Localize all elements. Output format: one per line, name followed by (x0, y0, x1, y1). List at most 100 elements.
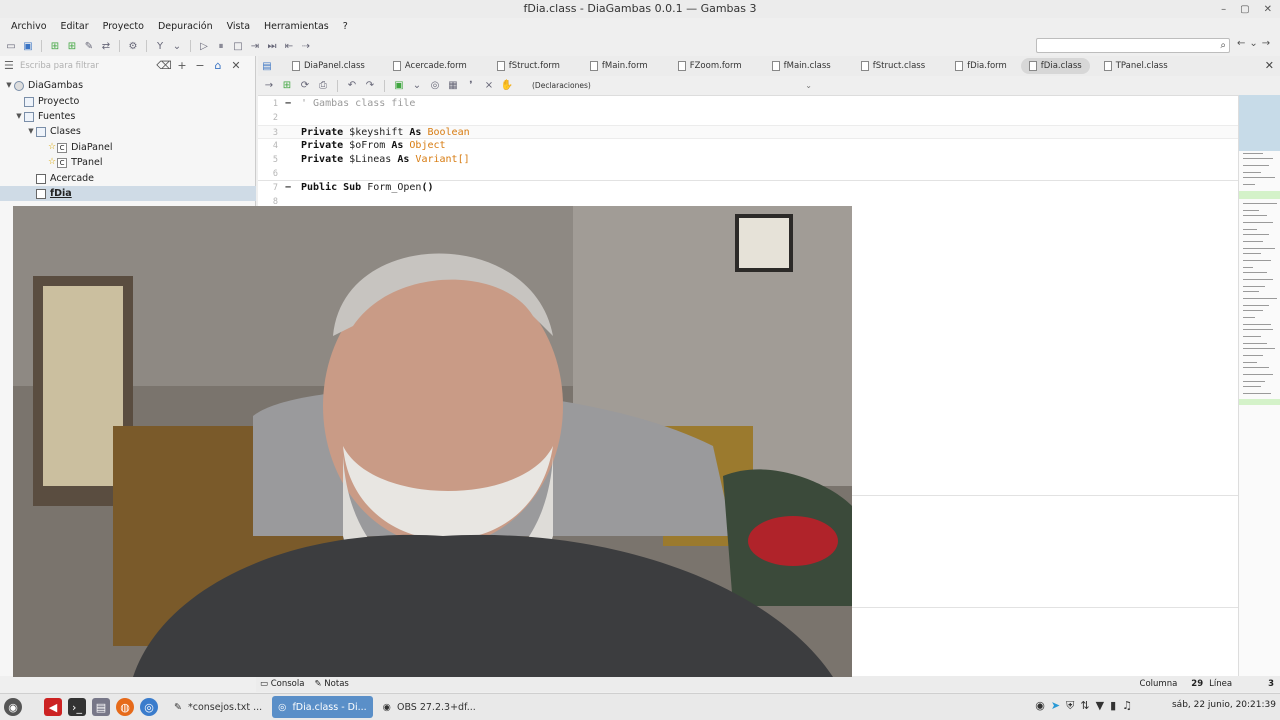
menu-editar[interactable]: Editar (54, 18, 96, 36)
tab-fdia-form[interactable]: fDia.form (947, 58, 1015, 74)
insert-icon[interactable]: ▣ (392, 79, 406, 93)
task-obs[interactable]: ◉ OBS 27.2.3+df... (377, 696, 482, 718)
reload-icon[interactable]: ⟳ (298, 79, 312, 93)
close-tab-icon[interactable]: ✕ (1265, 59, 1274, 72)
speaker-icon[interactable]: ◀ (44, 698, 62, 716)
filter-input[interactable]: Escriba para filtrar (20, 61, 155, 71)
redo-icon[interactable]: ↷ (363, 79, 377, 93)
add-module-icon[interactable]: ⊞ (65, 39, 79, 53)
search-input[interactable]: ⌕ (1036, 38, 1230, 53)
terminal-icon[interactable]: ›_ (68, 698, 86, 716)
chevron-down-icon[interactable]: ⌄ (410, 79, 424, 93)
menu-vista[interactable]: Vista (220, 18, 257, 36)
tab-acercade-form[interactable]: Acercade.form (385, 58, 475, 74)
stop-icon[interactable]: □ (231, 39, 245, 53)
start-menu-icon[interactable]: ◉ (4, 698, 22, 716)
fold-icon[interactable]: − (284, 181, 292, 195)
task-consejos[interactable]: ✎ *consejos.txt ... (168, 696, 268, 718)
save-icon[interactable]: ⊞ (280, 79, 294, 93)
tab-consola[interactable]: ▭ Consola (260, 676, 304, 692)
chevron-down-icon[interactable]: ⌄ (170, 39, 184, 53)
tab-tpanel-class[interactable]: TPanel.class (1096, 58, 1176, 74)
expand-all-icon[interactable]: + (173, 59, 191, 72)
telegram-icon[interactable]: ➤ (1051, 699, 1060, 713)
pause-icon[interactable]: ⏸ (214, 39, 228, 53)
tab-fdia-class[interactable]: fDia.class (1020, 58, 1090, 74)
code-line[interactable]: 5 Private $Lineas As Variant[] (258, 153, 1238, 167)
tab-fzoom-form[interactable]: FZoom.form (670, 58, 750, 74)
tree-item-diagambas[interactable]: ▼ DiaGambas (0, 78, 256, 93)
chevron-down-icon[interactable]: ▼ (26, 124, 36, 139)
maximize-button[interactable]: ▢ (1240, 4, 1249, 15)
breakpoint-icon[interactable]: ❜ (464, 79, 478, 93)
bookmark-icon[interactable]: ◎ (428, 79, 442, 93)
tab-fstruct-form[interactable]: fStruct.form (489, 58, 568, 74)
chevron-down-icon[interactable]: ▼ (4, 78, 14, 93)
refactor-icon[interactable]: ⇄ (99, 39, 113, 53)
clock[interactable]: sáb, 22 junio, 20:21:39 (1172, 700, 1276, 710)
home-icon[interactable]: ⌂ (209, 59, 227, 72)
fold-icon[interactable]: − (284, 97, 292, 111)
filter-icon[interactable]: Y (153, 39, 167, 53)
battery-icon[interactable]: ▮ (1110, 699, 1116, 713)
clear-filter-icon[interactable]: ⌫ (155, 59, 173, 72)
undo-icon[interactable]: ↶ (345, 79, 359, 93)
stop-hand-icon[interactable]: ✋ (500, 79, 514, 93)
tab-fstruct-class[interactable]: fStruct.class (853, 58, 933, 74)
code-line[interactable]: 7− Public Sub Form_Open() (258, 181, 1238, 195)
edit-icon[interactable]: ✎ (82, 39, 96, 53)
code-line[interactable]: 1− ' Gambas class file (258, 97, 1238, 111)
music-icon[interactable]: ♫ (1122, 699, 1132, 713)
tree-item-fdia[interactable]: fDia (0, 186, 256, 201)
run-icon[interactable]: ▷ (197, 39, 211, 53)
declarations-select[interactable]: (Declaraciones) ⌄ (530, 79, 814, 93)
task-fdia-class[interactable]: ◎ fDia.class - Di... (272, 696, 373, 718)
menu-proyecto[interactable]: Proyecto (96, 18, 151, 36)
chevron-down-icon[interactable]: ▼ (14, 109, 24, 124)
tree-item-diapanel[interactable]: ☆ C DiaPanel (0, 140, 256, 155)
tree-item-clases[interactable]: ▼ Clases (0, 124, 256, 139)
continue-icon[interactable]: ⇢ (299, 39, 313, 53)
new-file-icon[interactable]: ▭ (4, 39, 18, 53)
menu-depuracion[interactable]: Depuración (151, 18, 220, 36)
code-line[interactable]: 6 (258, 167, 1238, 181)
tab-notas[interactable]: ✎ Notas (314, 676, 348, 692)
tab-fmain-form[interactable]: fMain.form (582, 58, 656, 74)
files-icon[interactable]: ▤ (92, 698, 110, 716)
forward-icon[interactable]: → (1262, 38, 1270, 49)
obs-tray-icon[interactable]: ◉ (1035, 699, 1045, 713)
collapse-all-icon[interactable]: − (191, 59, 209, 72)
step-out-icon[interactable]: ⇤ (282, 39, 296, 53)
step-over-icon[interactable]: ⏭ (265, 39, 279, 53)
search-icon[interactable]: ⌕ (1220, 40, 1226, 51)
firefox-icon[interactable]: ◍ (116, 698, 134, 716)
format-icon[interactable]: ▦ (446, 79, 460, 93)
minimap-viewport[interactable] (1239, 95, 1280, 151)
close-window-button[interactable]: ✕ (1264, 4, 1272, 15)
minimize-button[interactable]: – (1221, 4, 1226, 15)
arrow-right-icon[interactable]: → (262, 79, 276, 93)
code-line[interactable]: 4 Private $oFrom As Object (258, 139, 1238, 153)
add-green-icon[interactable]: ⊞ (48, 39, 62, 53)
code-minimap[interactable] (1238, 95, 1280, 676)
settings-icon[interactable]: ⚙ (126, 39, 140, 53)
code-line[interactable]: 3 Private $keyshift As Boolean (258, 125, 1238, 139)
menu-icon[interactable]: ☰ (4, 59, 14, 72)
chevron-down-icon[interactable]: ⌄ (1249, 38, 1257, 49)
gambas-icon[interactable]: ◎ (140, 698, 158, 716)
print-icon[interactable]: ⎙ (316, 79, 330, 93)
menu-herramientas[interactable]: Herramientas (257, 18, 336, 36)
tree-item-tpanel[interactable]: ☆ C TPanel (0, 155, 256, 170)
tab-diapanel-class[interactable]: DiaPanel.class (284, 58, 373, 74)
wifi-icon[interactable]: ▼ (1096, 699, 1104, 713)
new-project-icon[interactable]: ▣ (21, 39, 35, 53)
code-line[interactable]: 2 (258, 111, 1238, 125)
tree-item-acercade[interactable]: Acercade (0, 171, 256, 186)
menu-archivo[interactable]: Archivo (4, 18, 54, 36)
clear-breakpoints-icon[interactable]: ⨯ (482, 79, 496, 93)
tree-item-proyecto[interactable]: Proyecto (0, 94, 256, 109)
step-icon[interactable]: ⇥ (248, 39, 262, 53)
tab-list-icon[interactable]: ▤ (260, 59, 274, 73)
close-icon[interactable]: ✕ (227, 59, 245, 72)
shield-icon[interactable]: ⛨ (1066, 699, 1074, 713)
